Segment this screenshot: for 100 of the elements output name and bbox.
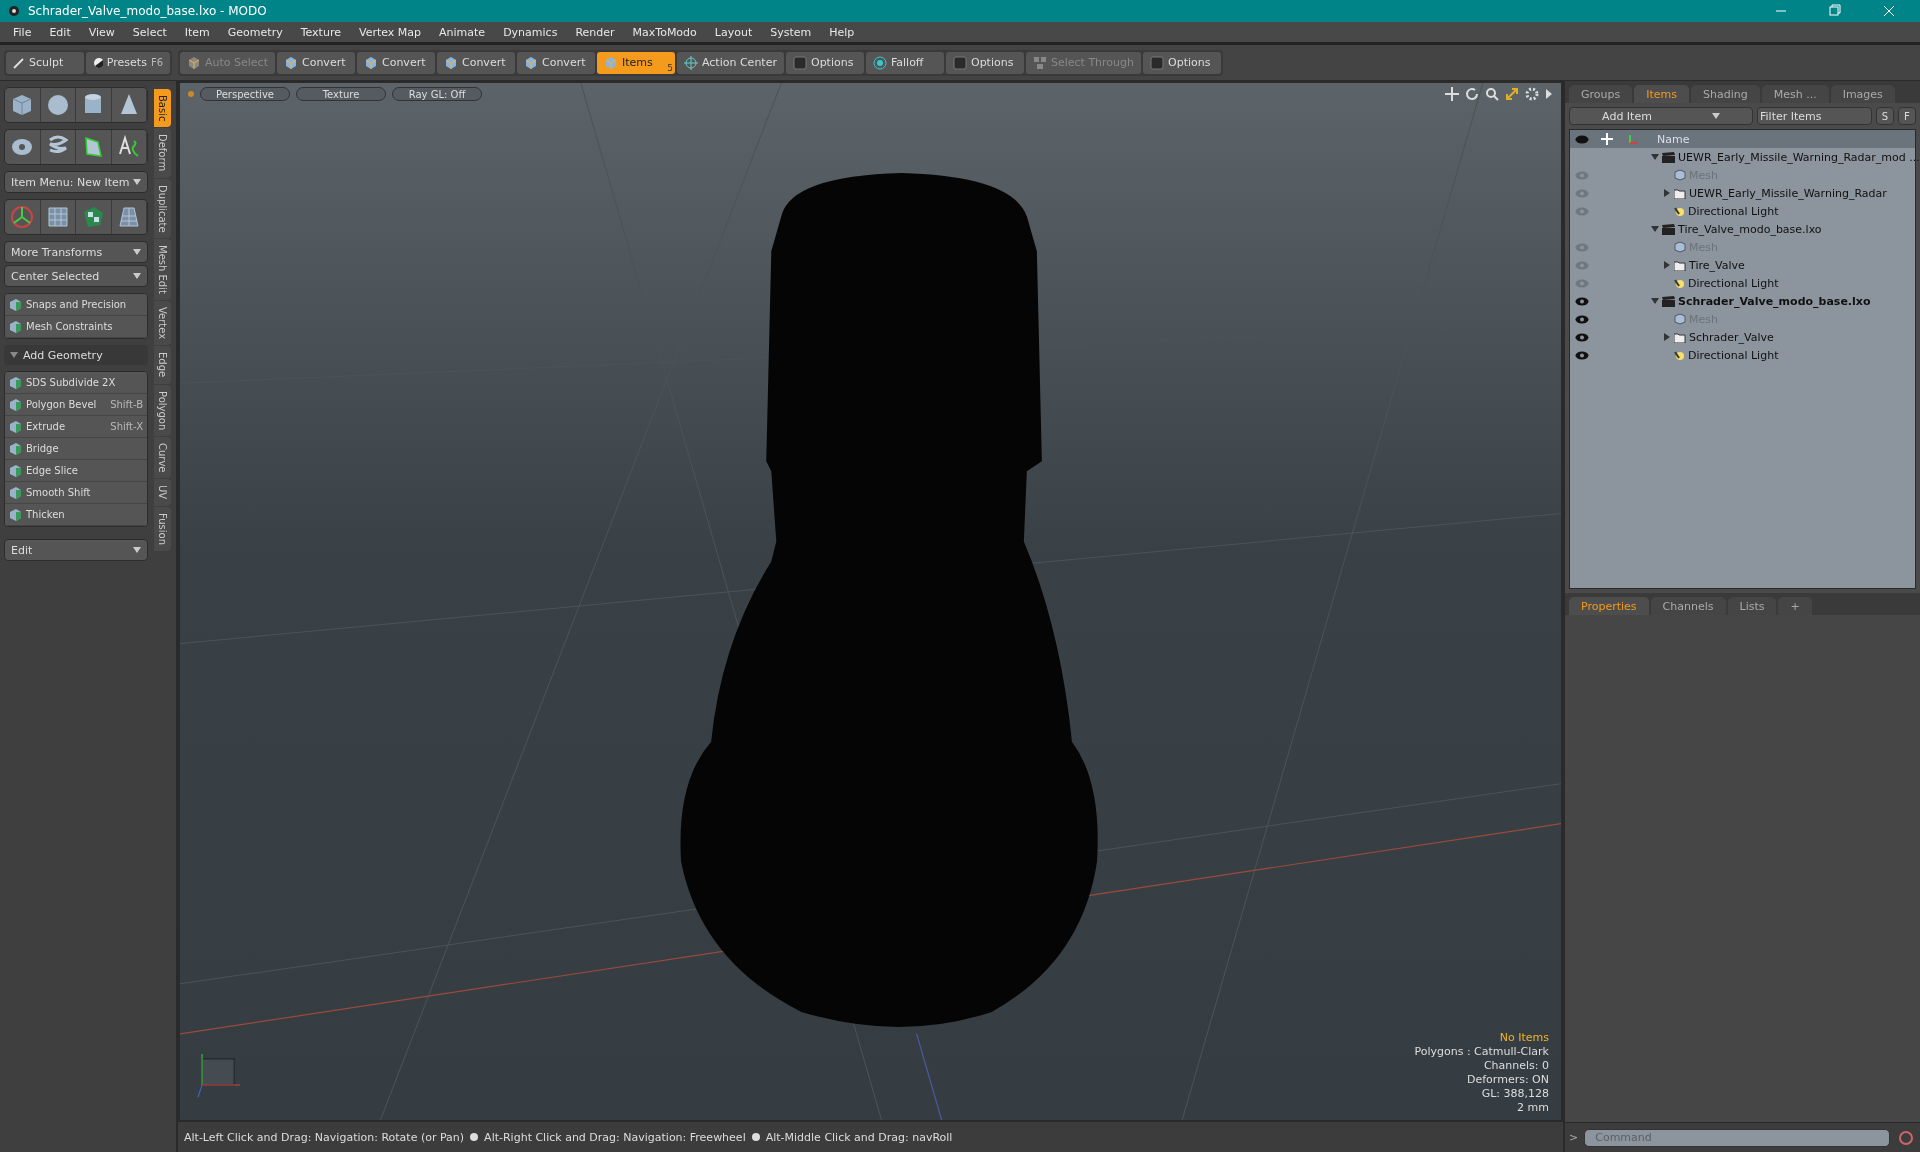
expand-arrow-icon[interactable] — [1651, 225, 1659, 233]
vertical-tab[interactable]: Curve — [154, 436, 171, 479]
vertical-tab[interactable]: Edge — [154, 346, 171, 384]
panel-tab[interactable]: Groups — [1569, 85, 1633, 103]
item-name[interactable]: Schrader_Valve — [1689, 330, 1774, 344]
menu-item[interactable]: Help — [820, 25, 864, 39]
menu-item[interactable]: System — [761, 25, 821, 39]
panel-tab[interactable]: Channels — [1650, 597, 1726, 615]
toolbar-button[interactable]: Convert — [517, 51, 595, 74]
tool-button[interactable]: Snaps and Precision — [5, 294, 147, 316]
menu-item[interactable]: View — [79, 25, 124, 39]
maximize-icon[interactable] — [1505, 87, 1519, 101]
cube-icon — [444, 55, 458, 70]
menu-item[interactable]: Dynamics — [494, 25, 567, 39]
expand-arrow-icon[interactable] — [1651, 153, 1659, 161]
cube-icon — [364, 55, 378, 70]
vertical-tab[interactable]: Vertex — [154, 301, 171, 346]
toolbar-button[interactable]: Convert — [437, 51, 515, 74]
item-menu-dropdown[interactable]: Item Menu: New Item — [4, 171, 148, 193]
item-name[interactable]: UEWR_Early_Missile_Warning_Radar — [1689, 186, 1887, 200]
move-icon[interactable] — [1445, 87, 1459, 101]
settings-icon[interactable] — [1525, 87, 1539, 101]
cubes-icon — [1032, 55, 1047, 70]
toolbar-button[interactable]: Presets F6 — [86, 51, 170, 74]
toolbar-button[interactable]: Items 5 — [597, 51, 675, 74]
cube-icon — [1674, 241, 1686, 253]
item-name[interactable]: Directional Light — [1688, 348, 1779, 362]
item-name[interactable]: Schrader_Valve_modo_base.lxo — [1678, 294, 1871, 308]
menu-item[interactable]: Texture — [291, 25, 350, 39]
dropdown[interactable]: More Transforms — [4, 241, 148, 263]
expand-arrow-icon[interactable] — [1651, 297, 1659, 305]
app-logo-icon — [8, 5, 20, 17]
filter-toggle[interactable]: S — [1876, 107, 1894, 125]
menu-item[interactable]: Edit — [40, 25, 80, 39]
menu-item[interactable]: Select — [123, 25, 176, 39]
panel-tab[interactable]: Shading — [1691, 85, 1760, 103]
expand-arrow-icon[interactable] — [1663, 333, 1671, 341]
eye-icon[interactable] — [1575, 296, 1589, 306]
toolbar-button[interactable]: Options — [1143, 51, 1222, 74]
toolbar-button[interactable]: Options — [945, 51, 1024, 74]
play-arrow-icon[interactable] — [1545, 87, 1553, 101]
viewport-button[interactable]: Texture — [296, 87, 386, 101]
vertical-tab[interactable]: Deform — [154, 128, 171, 178]
item-name[interactable]: Directional Light — [1688, 276, 1779, 290]
tool-icon — [9, 298, 22, 311]
menu-item[interactable]: MaxToModo — [623, 25, 706, 39]
toolbar-button[interactable]: Action Center — [677, 51, 784, 74]
dropdown-caret-icon — [133, 249, 141, 255]
dropdown[interactable]: Center Selected — [4, 265, 148, 287]
vertical-tab[interactable]: UV — [154, 479, 171, 506]
status-hint: Alt-Left Click and Drag: Navigation: Rotate (or Pan) — [184, 1130, 465, 1144]
vertical-tab[interactable]: Basic — [154, 89, 171, 128]
toolbar-button[interactable]: Convert — [357, 51, 435, 74]
menu-item[interactable]: Render — [566, 25, 624, 39]
menu-item[interactable]: Animate — [430, 25, 495, 39]
item-name[interactable]: Tire_Valve — [1689, 258, 1745, 272]
menu-item[interactable]: Geometry — [218, 25, 292, 39]
panel-tab[interactable]: Images — [1830, 85, 1895, 103]
viewport-button[interactable]: Perspective — [200, 87, 290, 101]
panel-tab[interactable]: Items — [1634, 85, 1689, 103]
item-name[interactable]: UEWR_Early_Missile_Warning_Radar_mod ... — [1678, 150, 1920, 164]
toolbar-button[interactable]: Falloff — [865, 51, 944, 74]
cube-icon — [1674, 313, 1686, 325]
filter-field[interactable]: Filter Items — [1757, 107, 1872, 125]
menu-item[interactable]: Item — [175, 25, 219, 39]
menu-item[interactable]: Vertex Map — [349, 25, 431, 39]
expand-arrow-icon[interactable] — [1663, 261, 1671, 269]
cube-icon — [604, 55, 618, 70]
expand-arrow-icon — [10, 351, 18, 359]
add-tab-button[interactable]: + — [1778, 597, 1812, 615]
viewport-button[interactable]: Ray GL: Off — [392, 87, 482, 101]
lamp-icon — [1674, 277, 1685, 289]
toolbar-button[interactable]: Sculpt — [6, 51, 84, 74]
panel-tab[interactable]: Properties — [1569, 597, 1649, 615]
valve-model-silhouette[interactable] — [680, 173, 1098, 1027]
eye-icon[interactable] — [1575, 350, 1589, 360]
rotate-icon[interactable] — [1465, 87, 1479, 101]
panel-tab[interactable]: Lists — [1727, 597, 1777, 615]
menu-item[interactable]: Layout — [705, 25, 762, 39]
section-header[interactable]: Add Geometry — [4, 345, 148, 365]
toolbar-button[interactable]: Convert — [277, 51, 355, 74]
vertical-tab[interactable]: Mesh Edit — [154, 239, 171, 301]
dropdown[interactable]: Edit — [4, 539, 148, 561]
tool-icon — [9, 508, 22, 521]
vertical-tab[interactable]: Polygon — [154, 384, 171, 436]
item-name[interactable]: Tire_Valve_modo_base.lxo — [1678, 222, 1822, 236]
vertical-tab[interactable]: Fusion — [154, 506, 171, 551]
lamp-icon — [1674, 205, 1685, 217]
filter-toggle[interactable]: F — [1898, 107, 1916, 125]
expand-arrow-icon[interactable] — [1663, 189, 1671, 197]
item-name[interactable]: Directional Light — [1688, 204, 1779, 218]
add-item-dropdown[interactable]: Add Item — [1569, 107, 1753, 125]
menu-item[interactable]: File — [4, 25, 41, 39]
search-icon[interactable] — [1485, 87, 1499, 101]
vertical-tab[interactable]: Duplicate — [154, 178, 171, 239]
tool-icon — [9, 320, 22, 333]
eye-icon[interactable] — [1575, 332, 1589, 342]
panel-tab[interactable]: Mesh ... — [1761, 85, 1829, 103]
tool-button[interactable]: SDS Subdivide 2X — [5, 372, 147, 394]
toolbar-button[interactable]: Options — [785, 51, 864, 74]
